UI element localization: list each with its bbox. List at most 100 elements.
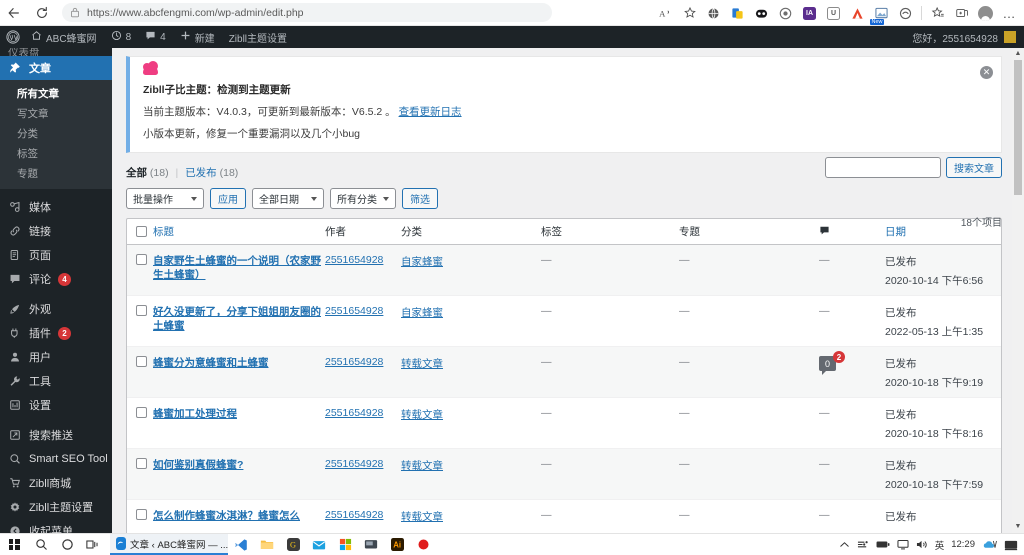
onedrive-icon[interactable] [982, 539, 997, 550]
post-title-link[interactable]: 好久没更新了，分享下姐姐朋友圈的土蜂蜜 [153, 306, 321, 332]
file-explorer-icon[interactable] [254, 538, 280, 551]
apply-button[interactable]: 应用 [210, 188, 246, 209]
scrollbar-thumb[interactable] [1014, 60, 1022, 195]
comments-menu[interactable]: 4 [138, 26, 173, 48]
changelog-link[interactable]: 查看更新日志 [399, 106, 462, 118]
sidebar-item-settings[interactable]: 设置 [0, 393, 112, 417]
sidebar-item-links[interactable]: 链接 [0, 219, 112, 243]
search-icon[interactable] [28, 538, 54, 551]
date-filter-select[interactable]: 全部日期 [252, 188, 324, 209]
sidebar-item-media[interactable]: 媒体 [0, 195, 112, 219]
submenu-item-tags[interactable]: 标签 [0, 143, 112, 163]
taskbar-clock[interactable]: 12:29 [951, 539, 975, 550]
post-author-link[interactable]: 2551654928 [325, 305, 383, 317]
network-icon[interactable] [857, 539, 869, 550]
post-author-link[interactable]: 2551654928 [325, 356, 383, 368]
bulk-action-select[interactable]: 批量操作 [126, 188, 204, 209]
column-title[interactable]: 标题 [153, 224, 325, 239]
scroll-up-arrow-icon[interactable]: ▲ [1015, 48, 1022, 60]
sidebar-item-collapse-menu[interactable]: 收起菜单 [0, 519, 112, 533]
settings-more-icon[interactable]: … [999, 3, 1020, 24]
post-category-link[interactable]: 自家蜂蜜 [401, 256, 443, 268]
wordpress-logo-icon[interactable] [0, 26, 24, 48]
collections-icon[interactable] [927, 3, 948, 24]
extension-globe-icon[interactable] [703, 3, 724, 24]
extension-new-icon[interactable]: New [870, 3, 892, 25]
sidebar-item-dashboard[interactable]: 仪表盘 [0, 48, 112, 56]
extension-circle-icon[interactable] [775, 3, 796, 24]
address-bar[interactable]: https://www.abcfengmi.com/wp-admin/edit.… [62, 3, 552, 22]
row-checkbox[interactable] [136, 254, 147, 265]
sidebar-item-pages[interactable]: 页面 [0, 243, 112, 267]
extension-dark-icon[interactable] [751, 3, 772, 24]
cortana-circle-icon[interactable] [54, 538, 80, 551]
comment-count-badge-wrap[interactable]: 02 [819, 351, 845, 375]
post-title-link[interactable]: 自家野生土蜂蜜的一个说明（农家野生土蜂蜜） [153, 255, 321, 281]
account-menu[interactable]: 您好，2551654928 [912, 30, 1016, 45]
updates-menu[interactable]: 8 [104, 26, 139, 48]
scroll-down-arrow-icon[interactable]: ▼ [1015, 521, 1022, 533]
app-g-icon[interactable]: G [280, 538, 306, 551]
sidebar-item-comments[interactable]: 评论 4 [0, 267, 112, 291]
extension-u-icon[interactable]: U [823, 3, 844, 24]
mail-icon[interactable] [306, 539, 332, 551]
sidebar-item-posts[interactable]: 文章 [0, 56, 112, 80]
store-icon[interactable] [332, 538, 358, 551]
post-category-link[interactable]: 转载文章 [401, 409, 443, 421]
vscode-icon[interactable] [228, 538, 254, 552]
filter-all-label[interactable]: 全部 [126, 167, 147, 179]
search-posts-button[interactable]: 搜索文章 [946, 157, 1002, 178]
row-checkbox[interactable] [136, 458, 147, 469]
extension-bookmark-icon[interactable] [727, 3, 748, 24]
read-aloud-icon[interactable]: A [655, 3, 676, 24]
sidebar-item-search-push[interactable]: 搜索推送 [0, 423, 112, 447]
volume-icon[interactable] [916, 539, 928, 550]
illustrator-icon[interactable]: Ai [384, 538, 410, 551]
extension-ia-icon[interactable]: IA [799, 3, 820, 24]
ime-indicator[interactable]: 英 [935, 538, 945, 552]
monitor-icon[interactable] [897, 539, 909, 550]
battery-icon[interactable] [876, 540, 890, 549]
close-icon[interactable]: ✕ [980, 66, 993, 79]
taskbar-active-window[interactable]: 文章 ‹ ABC蜂蜜网 — ... [110, 534, 228, 555]
select-all-checkbox[interactable] [136, 226, 147, 237]
submenu-item-categories[interactable]: 分类 [0, 123, 112, 143]
favorites-add-icon[interactable] [679, 3, 700, 24]
row-checkbox[interactable] [136, 407, 147, 418]
action-center-icon[interactable] [1004, 539, 1018, 551]
post-author-link[interactable]: 2551654928 [325, 458, 383, 470]
post-author-link[interactable]: 2551654928 [325, 254, 383, 266]
submenu-item-all-posts[interactable]: 所有文章 [0, 83, 112, 103]
post-title-link[interactable]: 怎么制作蜂蜜冰淇淋？蜂蜜怎么 [153, 510, 300, 522]
new-content-menu[interactable]: 新建 [173, 26, 222, 48]
post-title-link[interactable]: 如何鉴别真假蜂蜜? [153, 459, 243, 471]
post-category-link[interactable]: 转载文章 [401, 511, 443, 523]
sidebar-item-plugins[interactable]: 插件 2 [0, 321, 112, 345]
row-checkbox[interactable] [136, 305, 147, 316]
sidebar-item-zibll-shop[interactable]: Zibll商城 [0, 471, 112, 495]
post-author-link[interactable]: 2551654928 [325, 509, 383, 521]
search-input[interactable] [825, 157, 941, 178]
comment-pending-badge[interactable]: 2 [833, 351, 845, 363]
post-title-link[interactable]: 蜂蜜加工处理过程 [153, 408, 237, 420]
sidebar-item-users[interactable]: 用户 [0, 345, 112, 369]
post-category-link[interactable]: 转载文章 [401, 460, 443, 472]
sidebar-item-tools[interactable]: 工具 [0, 369, 112, 393]
sidebar-item-appearance[interactable]: 外观 [0, 297, 112, 321]
app-dark-icon[interactable] [358, 538, 384, 551]
profile-avatar-icon[interactable] [975, 3, 996, 24]
filter-button[interactable]: 筛选 [402, 188, 438, 209]
record-red-icon[interactable] [410, 538, 436, 551]
chevron-up-icon[interactable] [839, 541, 850, 549]
row-checkbox[interactable] [136, 356, 147, 367]
extension-fox-icon[interactable] [847, 3, 868, 24]
windows-start-icon[interactable] [0, 539, 28, 550]
post-author-link[interactable]: 2551654928 [325, 407, 383, 419]
theme-settings-menu[interactable]: Zibll主题设置 [222, 26, 294, 48]
site-name-menu[interactable]: ABC蜂蜜网 [24, 26, 104, 48]
submenu-item-new-post[interactable]: 写文章 [0, 103, 112, 123]
reload-icon[interactable] [28, 1, 56, 25]
page-scrollbar[interactable]: ▲ ▼ [1012, 48, 1024, 533]
task-view-icon[interactable] [80, 538, 106, 551]
category-filter-select[interactable]: 所有分类 [330, 188, 396, 209]
